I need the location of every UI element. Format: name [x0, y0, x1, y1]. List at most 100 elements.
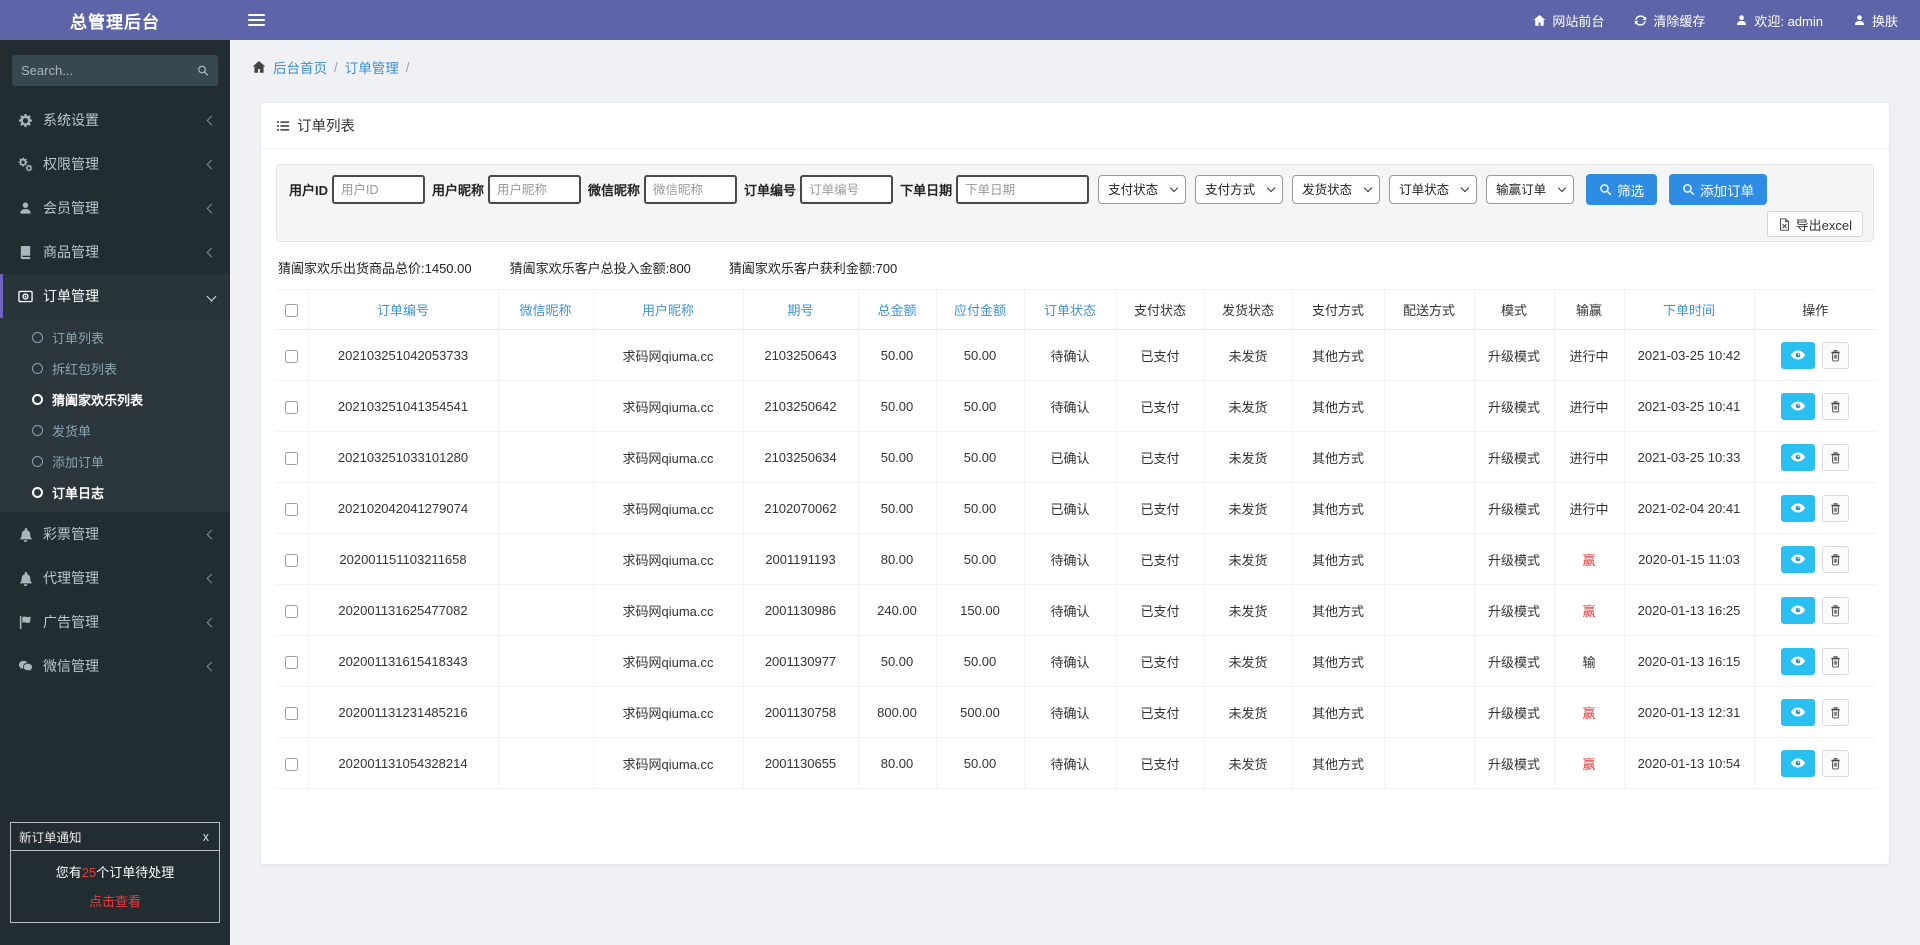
view-order-button[interactable] — [1781, 698, 1816, 726]
delete-order-button[interactable] — [1822, 596, 1850, 624]
cell-mode: 升级模式 — [1473, 380, 1555, 432]
delete-order-button[interactable] — [1822, 749, 1850, 777]
submenu-item[interactable]: 拆红包列表 — [0, 353, 230, 384]
sidebar-item-ad-management[interactable]: 广告管理 — [0, 600, 230, 644]
column-header[interactable]: 用户昵称 — [592, 289, 744, 330]
main-content: 后台首页 / 订单管理 / 订单列表 用户ID用户昵称微信昵称订单编号下单日期支… — [230, 0, 1920, 945]
breadcrumb-home-link[interactable]: 后台首页 — [273, 57, 327, 77]
clear-cache-link[interactable]: 清除缓存 — [1634, 11, 1705, 30]
column-header[interactable]: 订单编号 — [307, 289, 499, 330]
cell-ship-status: 未发货 — [1203, 482, 1293, 534]
filter-select-win-lose-order[interactable]: 输赢订单 — [1486, 175, 1575, 204]
cell-pay-method: 其他方式 — [1291, 431, 1385, 483]
topbar: 总管理后台 网站前台 清除缓存 欢迎: admin 换肤 — [0, 0, 1920, 40]
sidebar-item-agent-management[interactable]: 代理管理 — [0, 556, 230, 600]
submenu-item[interactable]: 猜阖家欢乐列表 — [0, 384, 230, 415]
delete-order-button[interactable] — [1822, 341, 1850, 369]
column-header[interactable]: 期号 — [742, 289, 859, 330]
sidebar-item-product-management[interactable]: 商品管理 — [0, 230, 230, 274]
welcome-admin[interactable]: 欢迎: admin — [1735, 11, 1823, 30]
delete-order-button[interactable] — [1822, 443, 1850, 471]
sidebar-item-order-management[interactable]: 订单管理 — [0, 274, 230, 318]
column-header[interactable]: 下单时间 — [1623, 289, 1755, 330]
cell-delivery — [1383, 380, 1475, 432]
submenu-item[interactable]: 添加订单 — [0, 446, 230, 477]
cell-pay-status: 已支付 — [1115, 482, 1205, 534]
filter-select-pay-status[interactable]: 支付状态 — [1098, 175, 1187, 204]
row-checkbox[interactable] — [285, 553, 299, 567]
filter-input-order-no[interactable] — [800, 175, 894, 204]
filter-select-pay-method[interactable]: 支付方式 — [1195, 175, 1284, 204]
sidebar-item-system-settings[interactable]: 系统设置 — [0, 98, 230, 142]
sidebar-item-member-management[interactable]: 会员管理 — [0, 186, 230, 230]
submenu-item[interactable]: 订单日志 — [0, 477, 230, 508]
cell-ship-status: 未发货 — [1203, 380, 1293, 432]
filter-input-user-id[interactable] — [332, 175, 426, 204]
submenu-item[interactable]: 订单列表 — [0, 322, 230, 353]
view-order-button[interactable] — [1781, 392, 1816, 420]
search-icon[interactable] — [197, 64, 209, 77]
submenu-item[interactable]: 发货单 — [0, 415, 230, 446]
delete-order-button[interactable] — [1822, 698, 1850, 726]
sidebar-toggle-icon[interactable] — [248, 14, 265, 26]
row-checkbox[interactable] — [285, 502, 299, 516]
row-checkbox[interactable] — [285, 706, 299, 720]
sidebar-search — [12, 55, 218, 86]
add-order-button[interactable]: 添加订单 — [1669, 174, 1768, 205]
notification-close-button[interactable]: x — [201, 830, 211, 844]
delete-order-button[interactable] — [1822, 647, 1850, 675]
sidebar-item-wechat-management[interactable]: 微信管理 — [0, 644, 230, 688]
cell-win-lose: 进行中 — [1553, 380, 1625, 432]
cell-time: 2021-02-04 20:41 — [1623, 482, 1755, 534]
column-header[interactable]: 总金额 — [857, 289, 937, 330]
column-header: 配送方式 — [1383, 289, 1475, 330]
table-row: 202103251041354541 求码网qiuma.cc 2103250642 5… — [276, 380, 1876, 432]
delete-order-button[interactable] — [1822, 494, 1850, 522]
cell-ship-status: 未发货 — [1203, 329, 1293, 381]
search-input[interactable] — [21, 63, 197, 78]
filter-input-order-date[interactable] — [956, 175, 1090, 204]
cell-mode: 升级模式 — [1473, 431, 1555, 483]
column-header[interactable]: 应付金额 — [935, 289, 1025, 330]
column-header[interactable]: 订单状态 — [1023, 289, 1117, 330]
filter-button[interactable]: 筛选 — [1586, 174, 1658, 205]
cell-ship-status: 未发货 — [1203, 584, 1293, 636]
filter-select-ship-status[interactable]: 发货状态 — [1292, 175, 1381, 204]
sidebar-item-lottery-management[interactable]: 彩票管理 — [0, 512, 230, 556]
cell-win-lose: 赢 — [1553, 533, 1625, 585]
cell-issue: 2103250634 — [742, 431, 859, 483]
row-checkbox[interactable] — [285, 604, 299, 618]
view-order-button[interactable] — [1781, 749, 1816, 777]
row-checkbox[interactable] — [285, 400, 299, 414]
cell-issue: 2103250642 — [742, 380, 859, 432]
view-order-button[interactable] — [1781, 545, 1816, 573]
cell-actions — [1753, 584, 1876, 636]
filter-input-user-nickname[interactable] — [488, 175, 582, 204]
delete-order-button[interactable] — [1822, 392, 1850, 420]
select-all-checkbox[interactable] — [285, 304, 299, 318]
header-checkbox-cell — [276, 289, 309, 330]
filter-input-wechat-nickname[interactable] — [644, 175, 738, 204]
change-skin-link[interactable]: 换肤 — [1853, 11, 1898, 30]
row-checkbox[interactable] — [285, 451, 299, 465]
row-checkbox[interactable] — [285, 757, 299, 771]
view-order-button[interactable] — [1781, 647, 1816, 675]
delete-order-button[interactable] — [1822, 545, 1850, 573]
column-header[interactable]: 微信昵称 — [497, 289, 594, 330]
notification-view-link[interactable]: 点击查看 — [15, 891, 215, 910]
orders-table: 订单编号 微信昵称 用户昵称 期号 总金额 应付金额 订单状态 支付状态 发货状态 支付方式 配送方… — [276, 289, 1876, 789]
cell-pay-method: 其他方式 — [1291, 737, 1385, 789]
cell-delivery — [1383, 686, 1475, 738]
cell-ship-status: 未发货 — [1203, 686, 1293, 738]
view-order-button[interactable] — [1781, 494, 1816, 522]
sidebar-item-permission-management[interactable]: 权限管理 — [0, 142, 230, 186]
view-order-button[interactable] — [1781, 341, 1816, 369]
row-checkbox[interactable] — [285, 349, 299, 363]
view-order-button[interactable] — [1781, 596, 1816, 624]
export-excel-button[interactable]: 导出excel — [1766, 211, 1863, 237]
row-checkbox[interactable] — [285, 655, 299, 669]
view-order-button[interactable] — [1781, 443, 1816, 471]
breadcrumb-section-link[interactable]: 订单管理 — [345, 57, 399, 77]
filter-select-order-status[interactable]: 订单状态 — [1389, 175, 1478, 204]
site-front-link[interactable]: 网站前台 — [1533, 11, 1604, 30]
